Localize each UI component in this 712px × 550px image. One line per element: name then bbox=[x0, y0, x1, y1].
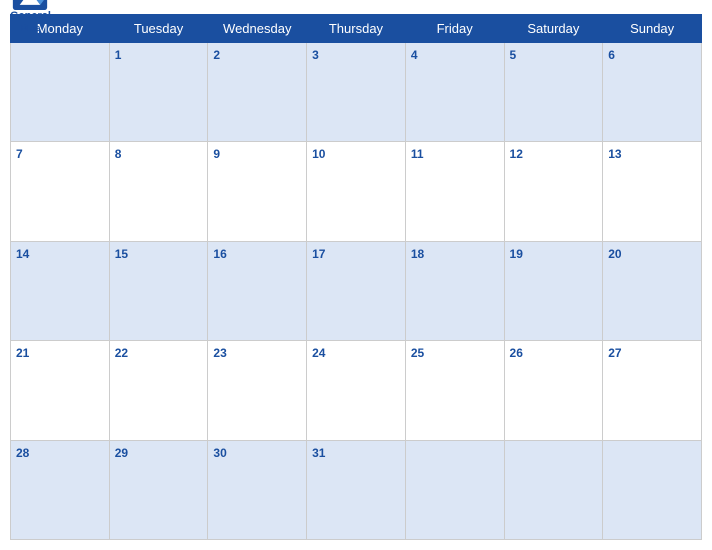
weekday-thursday: Thursday bbox=[307, 15, 406, 43]
day-cell-24: 24 bbox=[307, 341, 406, 440]
day-number: 19 bbox=[510, 247, 523, 261]
day-number: 8 bbox=[115, 147, 122, 161]
day-number: 9 bbox=[213, 147, 220, 161]
day-number: 22 bbox=[115, 346, 128, 360]
day-cell-27: 27 bbox=[603, 341, 702, 440]
day-number: 4 bbox=[411, 48, 418, 62]
day-number: 28 bbox=[16, 446, 29, 460]
day-cell-9: 9 bbox=[208, 142, 307, 241]
day-cell-8: 8 bbox=[109, 142, 208, 241]
empty-cell bbox=[11, 43, 110, 142]
day-number: 29 bbox=[115, 446, 128, 460]
day-cell-16: 16 bbox=[208, 241, 307, 340]
day-number: 16 bbox=[213, 247, 226, 261]
weekday-saturday: Saturday bbox=[504, 15, 603, 43]
day-cell-22: 22 bbox=[109, 341, 208, 440]
day-cell-7: 7 bbox=[11, 142, 110, 241]
week-row-3: 14 15 16 17 18 19 20 bbox=[11, 241, 702, 340]
weekday-tuesday: Tuesday bbox=[109, 15, 208, 43]
day-number: 31 bbox=[312, 446, 325, 460]
day-cell-31: 31 bbox=[307, 440, 406, 539]
day-number: 6 bbox=[608, 48, 615, 62]
day-cell-26: 26 bbox=[504, 341, 603, 440]
day-cell-12: 12 bbox=[504, 142, 603, 241]
day-number: 20 bbox=[608, 247, 621, 261]
day-number: 1 bbox=[115, 48, 122, 62]
day-number: 12 bbox=[510, 147, 523, 161]
day-cell-20: 20 bbox=[603, 241, 702, 340]
empty-cell bbox=[504, 440, 603, 539]
week-row-1: 1 2 3 4 5 6 bbox=[11, 43, 702, 142]
day-cell-17: 17 bbox=[307, 241, 406, 340]
day-number: 30 bbox=[213, 446, 226, 460]
weekday-sunday: Sunday bbox=[603, 15, 702, 43]
day-cell-21: 21 bbox=[11, 341, 110, 440]
day-cell-13: 13 bbox=[603, 142, 702, 241]
day-cell-10: 10 bbox=[307, 142, 406, 241]
day-cell-23: 23 bbox=[208, 341, 307, 440]
day-cell-4: 4 bbox=[405, 43, 504, 142]
day-number: 17 bbox=[312, 247, 325, 261]
day-number: 2 bbox=[213, 48, 220, 62]
empty-cell bbox=[603, 440, 702, 539]
week-row-4: 21 22 23 24 25 26 27 bbox=[11, 341, 702, 440]
empty-cell bbox=[405, 440, 504, 539]
day-cell-19: 19 bbox=[504, 241, 603, 340]
week-row-2: 7 8 9 10 11 12 13 bbox=[11, 142, 702, 241]
day-cell-28: 28 bbox=[11, 440, 110, 539]
day-number: 23 bbox=[213, 346, 226, 360]
day-number: 11 bbox=[411, 147, 424, 161]
day-cell-29: 29 bbox=[109, 440, 208, 539]
day-number: 15 bbox=[115, 247, 128, 261]
day-number: 3 bbox=[312, 48, 319, 62]
day-number: 13 bbox=[608, 147, 621, 161]
day-cell-14: 14 bbox=[11, 241, 110, 340]
day-number: 14 bbox=[16, 247, 29, 261]
day-number: 25 bbox=[411, 346, 424, 360]
day-number: 18 bbox=[411, 247, 424, 261]
week-row-5: 28 29 30 31 bbox=[11, 440, 702, 539]
day-cell-18: 18 bbox=[405, 241, 504, 340]
day-cell-2: 2 bbox=[208, 43, 307, 142]
day-cell-11: 11 bbox=[405, 142, 504, 241]
day-number: 27 bbox=[608, 346, 621, 360]
day-number: 7 bbox=[16, 147, 23, 161]
day-number: 26 bbox=[510, 346, 523, 360]
day-number: 24 bbox=[312, 346, 325, 360]
day-cell-3: 3 bbox=[307, 43, 406, 142]
day-number: 21 bbox=[16, 346, 29, 360]
day-cell-15: 15 bbox=[109, 241, 208, 340]
day-cell-1: 1 bbox=[109, 43, 208, 142]
day-cell-5: 5 bbox=[504, 43, 603, 142]
day-number: 5 bbox=[510, 48, 517, 62]
day-number: 10 bbox=[312, 147, 325, 161]
weekday-friday: Friday bbox=[405, 15, 504, 43]
weekday-wednesday: Wednesday bbox=[208, 15, 307, 43]
weekday-header-row: MondayTuesdayWednesdayThursdayFridaySatu… bbox=[11, 15, 702, 43]
logo: General Blue bbox=[10, 0, 51, 34]
day-cell-25: 25 bbox=[405, 341, 504, 440]
day-cell-6: 6 bbox=[603, 43, 702, 142]
day-cell-30: 30 bbox=[208, 440, 307, 539]
calendar-table: MondayTuesdayWednesdayThursdayFridaySatu… bbox=[10, 14, 702, 540]
